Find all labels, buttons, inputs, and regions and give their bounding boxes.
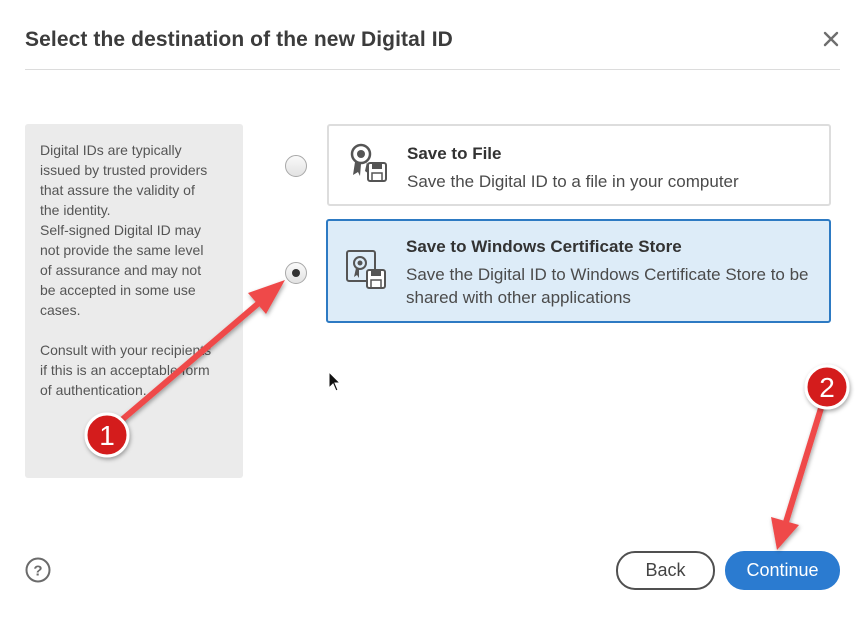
option-title: Save to Windows Certificate Store — [406, 237, 682, 256]
dialog-title: Select the destination of the new Digita… — [25, 28, 453, 51]
option-save-to-windows-store[interactable]: Save to Windows Certificate Store Save t… — [326, 219, 831, 323]
info-line: cases. — [40, 302, 81, 318]
option-description: Save the Digital ID to a file in your co… — [407, 172, 739, 191]
close-button[interactable] — [818, 26, 844, 52]
header-divider — [25, 69, 840, 70]
info-line: if this is an acceptable form — [40, 362, 210, 378]
info-panel: Digital IDs are typically issued by trus… — [25, 124, 243, 478]
option-save-to-file[interactable]: Save to File Save the Digital ID to a fi… — [327, 124, 831, 206]
info-line: Self-signed Digital ID may — [40, 222, 202, 238]
radio-save-to-file[interactable] — [285, 155, 307, 177]
info-line: be accepted in some use — [40, 282, 196, 298]
option-title: Save to File — [407, 144, 502, 163]
mouse-cursor-icon — [328, 371, 342, 392]
radio-selected-dot — [292, 269, 300, 277]
step-badge-2: 2 — [804, 364, 850, 410]
info-line: of authentication. — [40, 382, 147, 398]
info-line: the identity. — [40, 202, 111, 218]
info-line: issued by trusted providers — [40, 162, 208, 178]
continue-button[interactable]: Continue — [725, 551, 840, 590]
svg-text:?: ? — [33, 563, 42, 580]
info-line: that assure the validity of — [40, 182, 195, 198]
annotation-arrow-2 — [771, 389, 829, 550]
help-icon[interactable]: ? — [25, 557, 51, 583]
info-line: of assurance and may not — [40, 262, 202, 278]
close-icon — [823, 31, 839, 47]
info-line: not provide the same level — [40, 242, 204, 258]
certificate-store-icon — [346, 250, 386, 289]
option-description: Save the Digital ID to Windows Certifica… — [406, 265, 809, 307]
info-line: Digital IDs are typically — [40, 142, 182, 158]
info-paragraph-1: Digital IDs are typically issued by trus… — [40, 140, 229, 320]
back-button[interactable]: Back — [616, 551, 715, 590]
info-line: Consult with your recipients — [40, 342, 212, 358]
certificate-file-icon — [350, 143, 387, 182]
radio-save-to-windows-store[interactable] — [285, 262, 307, 284]
info-paragraph-2: Consult with your recipients if this is … — [40, 340, 229, 400]
step-badge-2-label: 2 — [819, 372, 835, 403]
